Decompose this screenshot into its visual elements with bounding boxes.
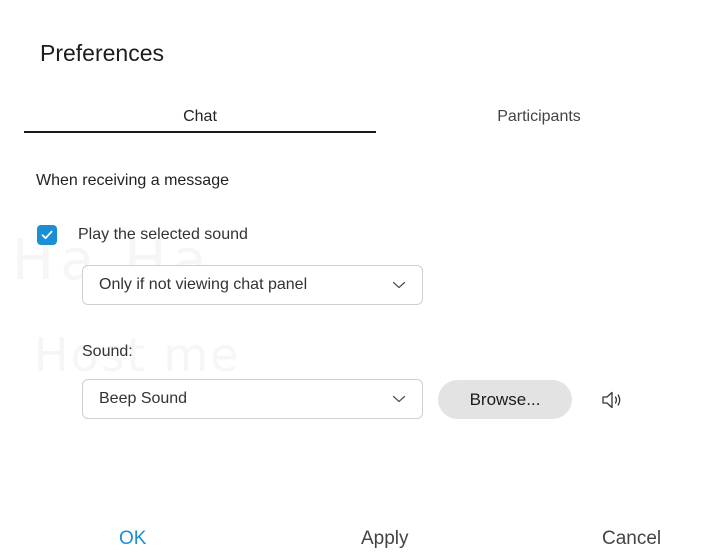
sound-value: Beep Sound bbox=[99, 390, 188, 407]
active-tab-indicator bbox=[24, 131, 376, 133]
sound-select[interactable]: Beep Sound bbox=[82, 379, 423, 419]
chevron-down-icon bbox=[392, 395, 406, 403]
dialog-title: Preferences bbox=[40, 40, 165, 66]
speaker-icon[interactable] bbox=[600, 389, 624, 411]
sound-label: Sound: bbox=[82, 343, 133, 360]
section-label: When receiving a message bbox=[36, 172, 229, 189]
background-artifact: Host me bbox=[34, 328, 241, 382]
tab-participants[interactable]: Participants bbox=[376, 108, 702, 134]
play-sound-checkbox-row[interactable]: Play the selected sound bbox=[37, 225, 248, 245]
ok-button[interactable]: OK bbox=[119, 528, 146, 550]
play-sound-checkbox[interactable] bbox=[37, 225, 57, 245]
apply-button[interactable]: Apply bbox=[361, 528, 409, 550]
browse-button[interactable]: Browse... bbox=[438, 380, 572, 419]
notify-condition-value: Only if not viewing chat panel bbox=[99, 276, 308, 293]
chevron-down-icon bbox=[392, 281, 406, 289]
check-icon bbox=[41, 230, 53, 240]
play-sound-label: Play the selected sound bbox=[78, 226, 248, 243]
notify-condition-select[interactable]: Only if not viewing chat panel bbox=[82, 265, 423, 305]
cancel-button[interactable]: Cancel bbox=[602, 528, 661, 550]
